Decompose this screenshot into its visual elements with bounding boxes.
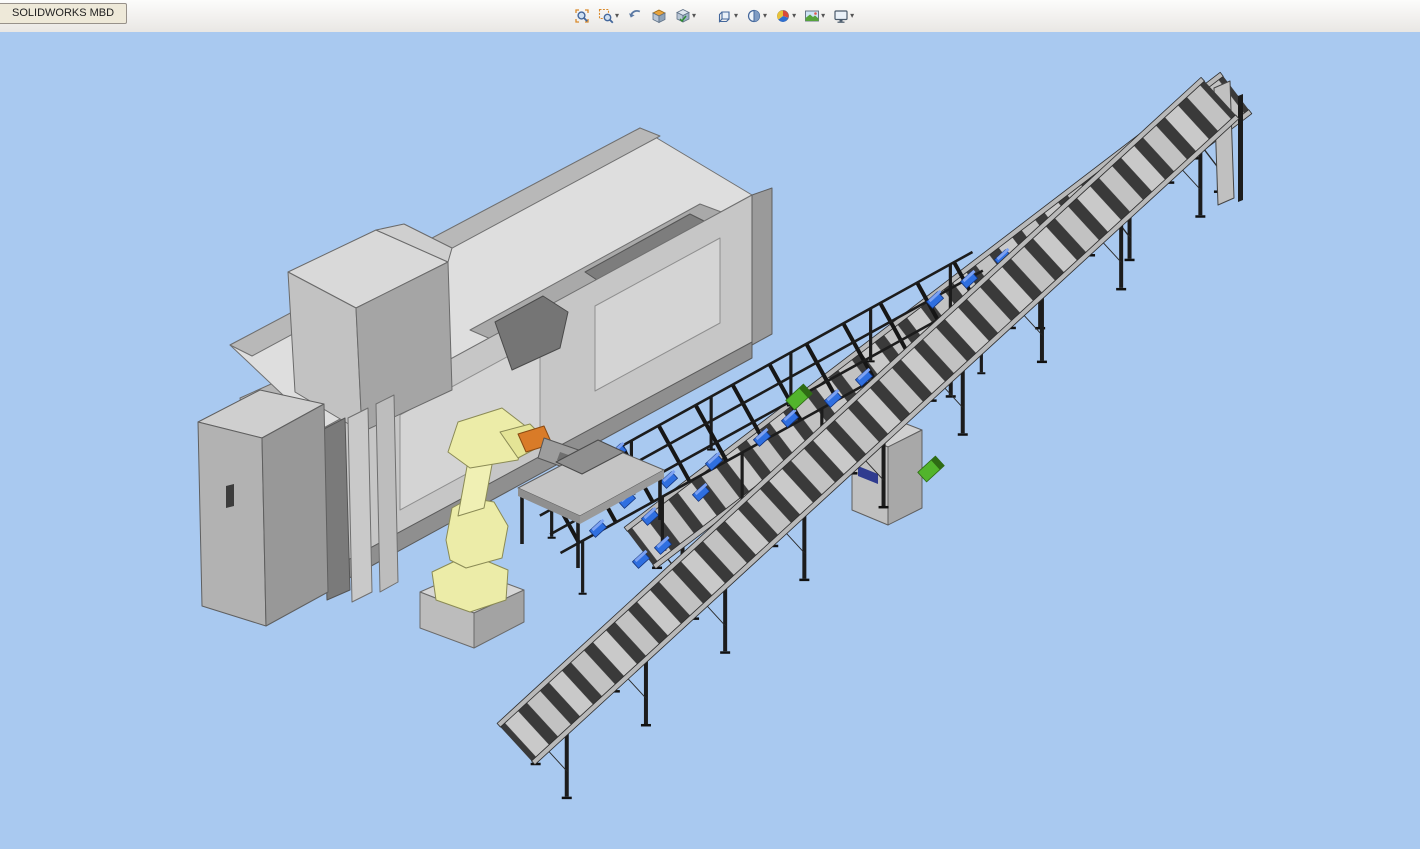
- view-settings-icon: [834, 10, 848, 23]
- previous-view-icon: [629, 10, 641, 18]
- zoom-to-fit-button[interactable]: [571, 6, 593, 26]
- solidworks-mbd-tab[interactable]: SOLIDWORKS MBD: [0, 3, 128, 24]
- zoom-to-area-icon: [598, 8, 614, 24]
- dropdown-arrow-icon[interactable]: ▾: [850, 12, 854, 20]
- apply-scene-icon: [805, 10, 820, 22]
- zoom-to-fit-icon: [575, 9, 589, 23]
- heads-up-toolbar: ▾ ▾ ▾ ▾ ▾ ▾ ▾: [570, 3, 858, 29]
- view-settings-button[interactable]: ▾: [830, 6, 857, 26]
- electrical-cabinet[interactable]: [197, 389, 329, 627]
- dropdown-arrow-icon[interactable]: ▾: [692, 12, 696, 20]
- dropdown-arrow-icon[interactable]: ▾: [792, 12, 796, 20]
- view-orientation-icon: [718, 11, 730, 23]
- dynamic-annotation-views-button[interactable]: ▾: [672, 6, 699, 26]
- section-view-icon: [652, 9, 666, 24]
- top-toolbar-strip: SOLIDWORKS MBD ▾ ▾ ▾ ▾ ▾ ▾ ▾: [0, 0, 1420, 32]
- graphics-viewport[interactable]: [0, 32, 1420, 849]
- dropdown-arrow-icon[interactable]: ▾: [734, 12, 738, 20]
- display-style-button[interactable]: ▾: [743, 6, 770, 26]
- edit-appearance-icon: [777, 10, 789, 22]
- dropdown-arrow-icon[interactable]: ▾: [821, 12, 825, 20]
- zoom-to-area-button[interactable]: ▾: [595, 6, 622, 26]
- 3d-model-view[interactable]: [0, 32, 1420, 849]
- display-style-icon: [747, 9, 761, 23]
- edit-appearance-button[interactable]: ▾: [772, 6, 799, 26]
- dynamic-annotation-views-icon: [676, 9, 690, 23]
- dropdown-arrow-icon[interactable]: ▾: [615, 12, 619, 20]
- apply-scene-button[interactable]: ▾: [801, 6, 828, 26]
- section-view-button[interactable]: [648, 6, 670, 26]
- previous-view-button[interactable]: [624, 6, 646, 26]
- dropdown-arrow-icon[interactable]: ▾: [763, 12, 767, 20]
- view-orientation-button[interactable]: ▾: [714, 6, 741, 26]
